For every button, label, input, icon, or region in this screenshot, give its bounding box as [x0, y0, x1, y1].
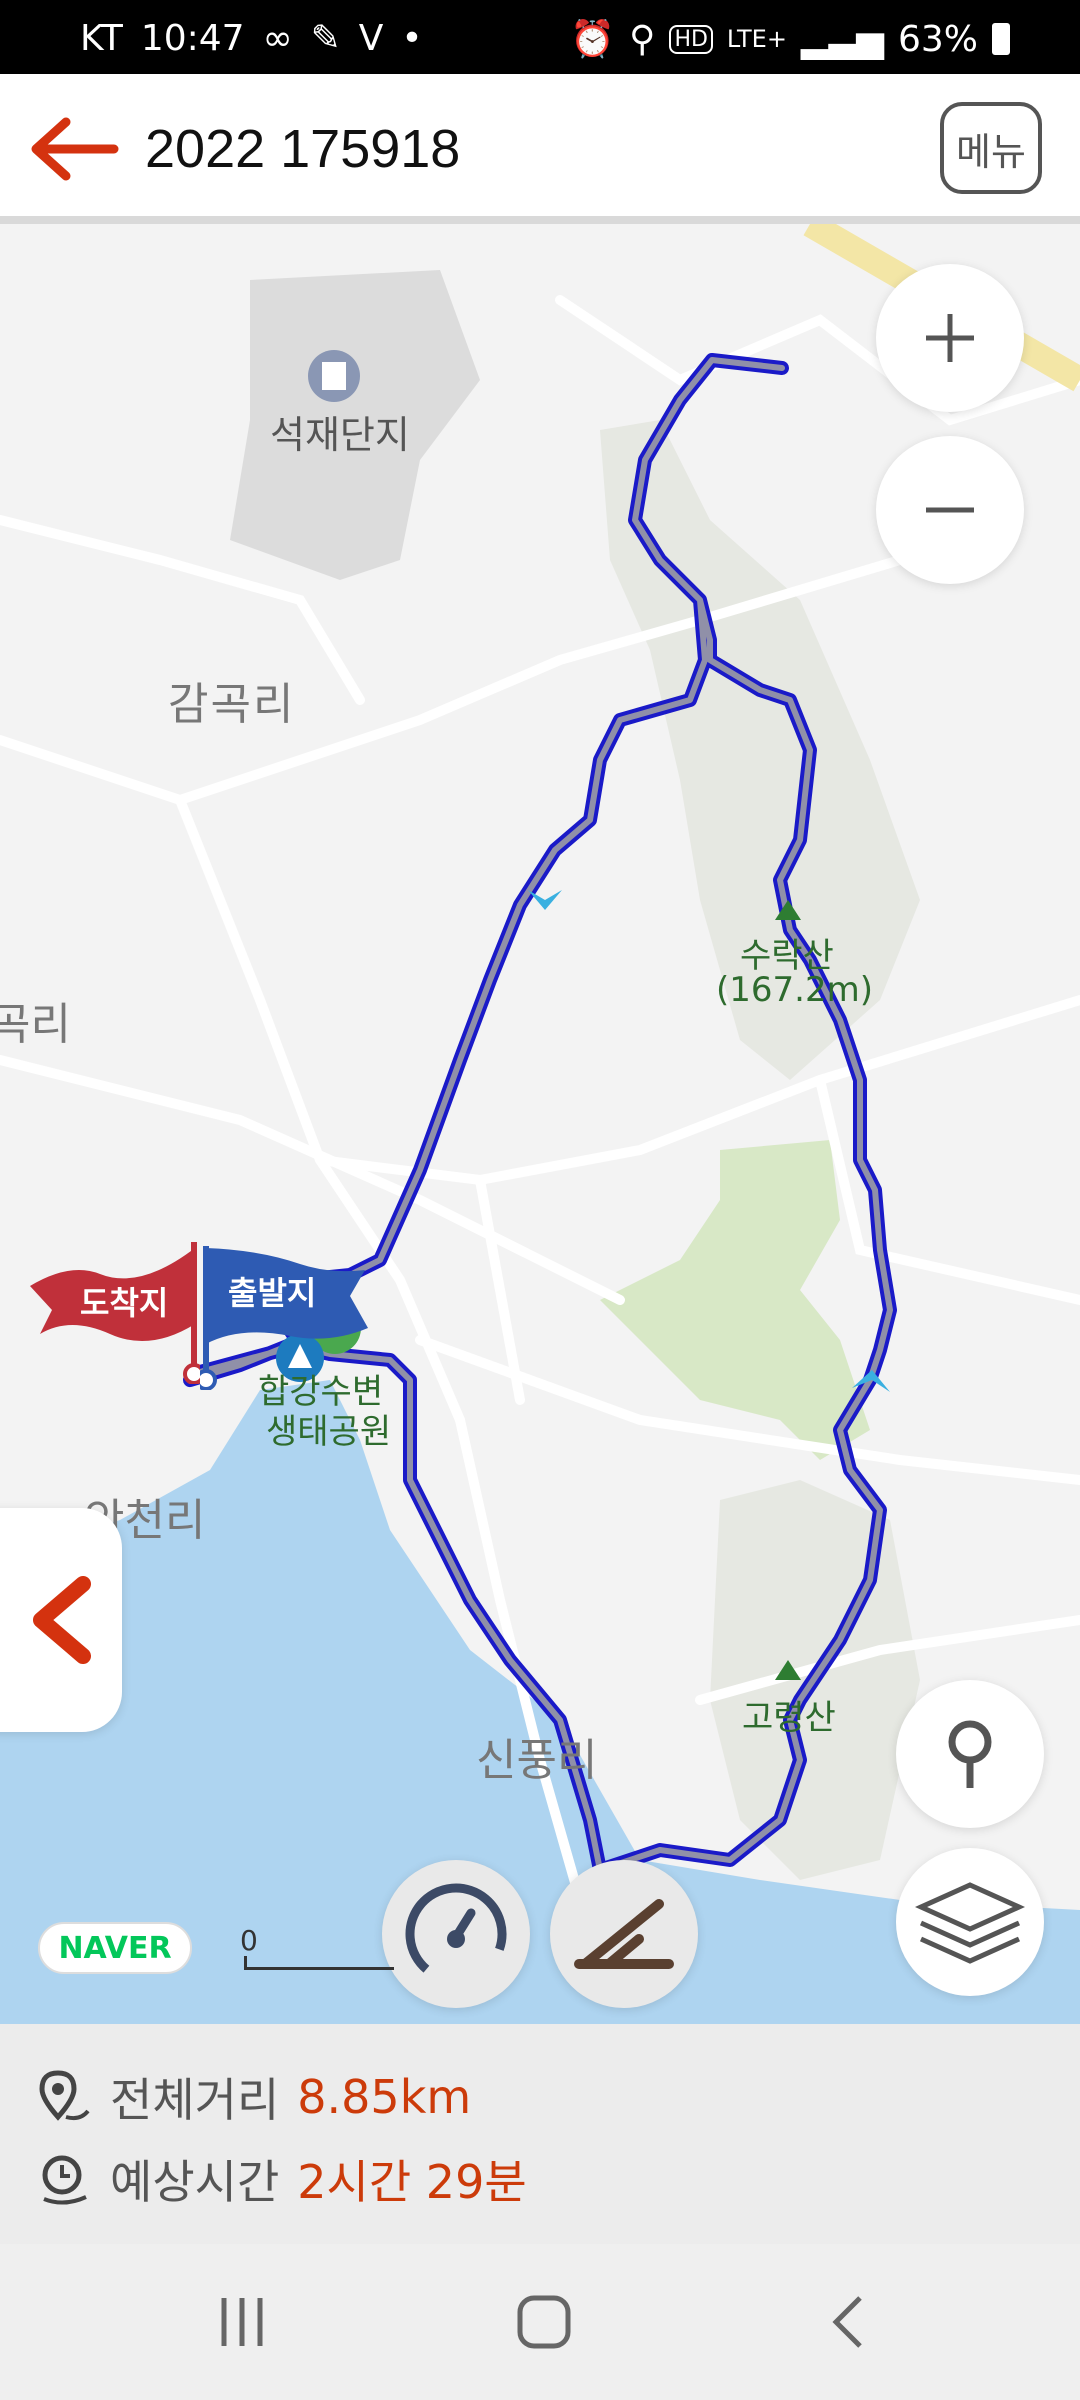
menu-button[interactable]: 메뉴: [940, 102, 1042, 194]
clock: 10:47: [140, 18, 245, 59]
zoom-out-button[interactable]: [876, 436, 1024, 584]
map-label-village: 감곡리: [168, 679, 296, 730]
time-row: 예상시간 2시간 29분: [36, 2146, 527, 2212]
map-layers-button[interactable]: [896, 1848, 1044, 1996]
location-icon: [948, 1720, 992, 1788]
back-nav-icon[interactable]: [818, 2292, 878, 2352]
map-label-village: 신풍리: [476, 1735, 598, 1786]
map-label-village: 곡리: [0, 999, 71, 1050]
scale-zero: 0: [240, 1924, 258, 1957]
side-back-icon: [33, 1576, 91, 1664]
distance-label: 전체거리: [110, 2073, 280, 2127]
speedometer-icon: [405, 1883, 507, 1985]
time-label: 예상시간: [110, 2155, 280, 2209]
home-icon[interactable]: [514, 2292, 574, 2352]
back-button[interactable]: [24, 114, 124, 184]
back-arrow-icon: [31, 117, 119, 181]
page-title: 2022 175918: [145, 119, 461, 179]
alarm-icon: ⏰: [570, 19, 616, 60]
status-bar: KT 10:47 ∞ ✎ V • ⏰ ⚲ HD LTE+ ▂▃▅ 63%: [0, 0, 1080, 74]
map-view[interactable]: 석재단지 감곡리 곡리 안천리 신풍리 수락산 (167.2m) 고령산 합강수…: [0, 224, 1080, 2024]
departure-flag-label: 출발지: [228, 1274, 317, 1312]
signal-icon: ▂▃▅: [800, 18, 884, 60]
route-info-panel: 전체거리 8.85km 예상시간 2시간 29분: [0, 2024, 1080, 2244]
zoom-in-button[interactable]: [876, 264, 1024, 412]
location-status-icon: ⚲: [629, 18, 656, 60]
distance-row: 전체거리 8.85km: [36, 2064, 471, 2130]
map-label-park: 생태공원: [266, 1412, 392, 1452]
side-back-button[interactable]: [0, 1508, 122, 1732]
arrival-flag[interactable]: 도착지: [30, 1234, 200, 1384]
v-icon: V: [358, 18, 384, 59]
arrival-flag-label: 도착지: [80, 1284, 169, 1322]
battery-percent: 63%: [897, 18, 978, 60]
map-label-industrial: 석재단지: [270, 413, 410, 457]
zoom-in-icon: [926, 314, 974, 362]
departure-flag-icon: [200, 1246, 368, 1390]
battery-icon: [992, 23, 1010, 55]
zoom-out-icon: [926, 507, 974, 513]
park-area: [600, 1140, 870, 1460]
time-icon: [42, 2155, 87, 2205]
network-type: LTE+: [726, 25, 787, 53]
app-header: 2022 175918 메뉴: [0, 74, 1080, 224]
layers-icon: [915, 1882, 1025, 1964]
carrier: KT: [80, 18, 123, 59]
dot-icon: •: [401, 18, 423, 59]
elevation-button[interactable]: [550, 1860, 698, 2008]
route-direction-icon: [528, 890, 562, 910]
time-value: 2시간 29분: [297, 2155, 527, 2209]
recent-apps-icon[interactable]: [212, 2292, 272, 2352]
distance-value: 8.85km: [297, 2070, 472, 2124]
departure-flag[interactable]: 출발지: [200, 1240, 370, 1390]
notification-icon: ✎: [310, 18, 341, 59]
system-nav-bar: [0, 2244, 1080, 2400]
elevation-icon: [574, 1899, 674, 1969]
infinity-icon: ∞: [262, 18, 293, 59]
naver-logo: NAVER: [38, 1922, 192, 1974]
map-label-mountain: 고령산: [742, 1698, 836, 1738]
scale-bar: [244, 1956, 394, 1970]
hd-icon: HD: [669, 24, 713, 54]
speed-button[interactable]: [382, 1860, 530, 2008]
map-label-mountain-height: (167.2m): [716, 970, 873, 1010]
my-location-button[interactable]: [896, 1680, 1044, 1828]
distance-pin-icon: [39, 2070, 90, 2121]
